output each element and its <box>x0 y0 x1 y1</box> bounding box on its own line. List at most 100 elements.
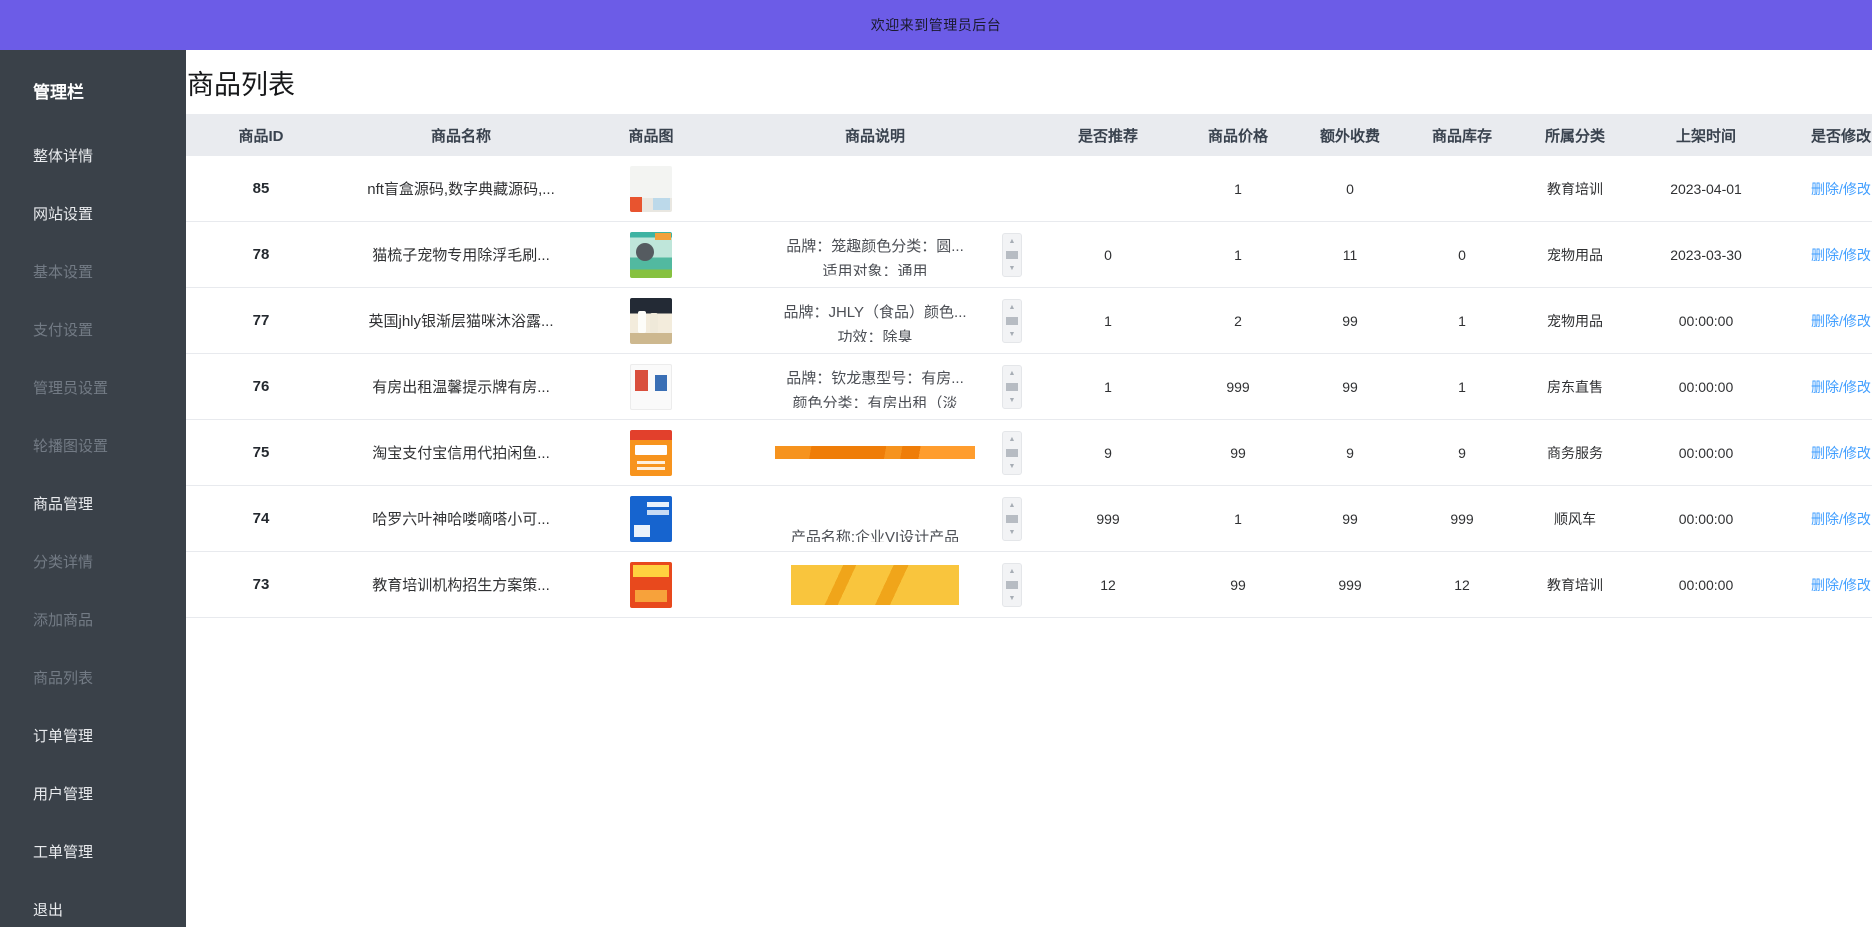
spinner-handle[interactable] <box>1006 449 1018 457</box>
description-spinner[interactable]: ▲ ▼ <box>1002 497 1022 541</box>
sidebar-item[interactable]: 基本设置 <box>33 261 186 282</box>
description-spinner[interactable]: ▲ ▼ <box>1002 563 1022 607</box>
product-description: 产品名称:企业VI设计产品 <box>716 496 1034 542</box>
product-image-cell <box>586 222 716 288</box>
modify-cell: 删除/修改 <box>1780 354 1872 420</box>
product-id-cell: 85 <box>186 156 336 222</box>
sidebar-item[interactable]: 商品管理 <box>33 493 186 514</box>
spinner-up-icon[interactable]: ▲ <box>1009 502 1016 509</box>
spinner-handle[interactable] <box>1006 383 1018 391</box>
modify-cell: 删除/修改 <box>1780 288 1872 354</box>
sidebar-item[interactable]: 管理员设置 <box>33 377 186 398</box>
col-header-listed-time: 上架时间 <box>1632 114 1780 156</box>
description-cell: 品牌：钦龙惠型号：有房... 颜色分类：有房出租（淡 ▲ ▼ <box>716 354 1034 420</box>
product-table: 商品ID 商品名称 商品图 商品说明 是否推荐 商品价格 额外收费 商品库存 所… <box>186 114 1872 618</box>
product-thumbnail <box>630 364 672 410</box>
product-description <box>716 430 1034 476</box>
page-title: 商品列表 <box>187 63 1872 102</box>
description-cell <box>716 156 1034 222</box>
delete-edit-link[interactable]: 删除/修改 <box>1811 511 1871 527</box>
listed-time-cell: 00:00:00 <box>1632 552 1780 618</box>
listed-time-cell: 00:00:00 <box>1632 288 1780 354</box>
product-image-cell <box>586 486 716 552</box>
stock-cell: 999 <box>1406 486 1518 552</box>
product-description <box>716 562 1034 608</box>
spinner-down-icon[interactable]: ▼ <box>1009 463 1016 470</box>
category-cell: 商务服务 <box>1518 420 1632 486</box>
price-cell: 1 <box>1182 486 1294 552</box>
sidebar-item[interactable]: 网站设置 <box>33 203 186 224</box>
sidebar-item[interactable]: 工单管理 <box>33 841 186 862</box>
sidebar-item[interactable]: 整体详情 <box>33 145 186 166</box>
spinner-up-icon[interactable]: ▲ <box>1009 436 1016 443</box>
main-content: 商品列表 商品ID 商品名称 商品图 商品说明 是否推荐 商品价格 额外收 <box>186 50 1872 927</box>
description-image <box>775 446 975 459</box>
product-name-cell: 英国jhly银渐层猫咪沐浴露... <box>336 288 586 354</box>
product-name-cell: 有房出租温馨提示牌有房... <box>336 354 586 420</box>
description-cell: 品牌：笼趣颜色分类：圆... 适用对象：通用 ▲ ▼ <box>716 222 1034 288</box>
banner-welcome-text: 欢迎来到管理员后台 <box>871 15 1002 35</box>
spinner-down-icon[interactable]: ▼ <box>1009 265 1016 272</box>
product-id-cell: 75 <box>186 420 336 486</box>
spinner-up-icon[interactable]: ▲ <box>1009 568 1016 575</box>
description-spinner[interactable]: ▲ ▼ <box>1002 233 1022 277</box>
description-image <box>791 565 959 605</box>
description-cell: ▲ ▼ <box>716 420 1034 486</box>
delete-edit-link[interactable]: 删除/修改 <box>1811 313 1871 329</box>
description-spinner[interactable]: ▲ ▼ <box>1002 431 1022 475</box>
col-header-stock: 商品库存 <box>1406 114 1518 156</box>
delete-edit-link[interactable]: 删除/修改 <box>1811 181 1871 197</box>
spinner-handle[interactable] <box>1006 251 1018 259</box>
table-row: 73 教育培训机构招生方案策... ▲ ▼ 12 99 999 12 教育培训 … <box>186 552 1872 618</box>
product-thumbnail <box>630 166 672 212</box>
description-cell: 产品名称:企业VI设计产品 ▲ ▼ <box>716 486 1034 552</box>
modify-cell: 删除/修改 <box>1780 222 1872 288</box>
sidebar-item[interactable]: 商品列表 <box>33 667 186 688</box>
description-cell: 品牌：JHLY（食品）颜色... 功效：除臭 ▲ ▼ <box>716 288 1034 354</box>
spinner-up-icon[interactable]: ▲ <box>1009 238 1016 245</box>
delete-edit-link[interactable]: 删除/修改 <box>1811 379 1871 395</box>
category-cell: 顺风车 <box>1518 486 1632 552</box>
col-header-price: 商品价格 <box>1182 114 1294 156</box>
sidebar-item[interactable]: 添加商品 <box>33 609 186 630</box>
spinner-down-icon[interactable]: ▼ <box>1009 595 1016 602</box>
delete-edit-link[interactable]: 删除/修改 <box>1811 577 1871 593</box>
category-cell: 教育培训 <box>1518 552 1632 618</box>
spinner-handle[interactable] <box>1006 515 1018 523</box>
sidebar-item[interactable]: 订单管理 <box>33 725 186 746</box>
delete-edit-link[interactable]: 删除/修改 <box>1811 247 1871 263</box>
product-name-cell: 哈罗六叶神哈喽嘀嗒小可... <box>336 486 586 552</box>
product-image-cell <box>586 552 716 618</box>
spinner-up-icon[interactable]: ▲ <box>1009 370 1016 377</box>
product-name-cell: 淘宝支付宝信用代拍闲鱼... <box>336 420 586 486</box>
spinner-down-icon[interactable]: ▼ <box>1009 397 1016 404</box>
sidebar-item[interactable]: 退出 <box>33 899 186 920</box>
description-spinner[interactable]: ▲ ▼ <box>1002 299 1022 343</box>
spinner-handle[interactable] <box>1006 317 1018 325</box>
sidebar-item[interactable]: 支付设置 <box>33 319 186 340</box>
product-description: 品牌：JHLY（食品）颜色... 功效：除臭 <box>716 299 1034 342</box>
product-image-cell <box>586 354 716 420</box>
product-name-cell: nft盲盒源码,数字典藏源码,... <box>336 156 586 222</box>
stock-cell: 1 <box>1406 354 1518 420</box>
stock-cell: 12 <box>1406 552 1518 618</box>
description-spinner[interactable]: ▲ ▼ <box>1002 365 1022 409</box>
spinner-down-icon[interactable]: ▼ <box>1009 529 1016 536</box>
sidebar-item[interactable]: 用户管理 <box>33 783 186 804</box>
price-cell: 2 <box>1182 288 1294 354</box>
recommended-cell: 1 <box>1034 288 1182 354</box>
extra-fee-cell: 99 <box>1294 354 1406 420</box>
description-line-1: 品牌：钦龙惠型号：有房... <box>716 366 1034 391</box>
delete-edit-link[interactable]: 删除/修改 <box>1811 445 1871 461</box>
spinner-down-icon[interactable]: ▼ <box>1009 331 1016 338</box>
spinner-handle[interactable] <box>1006 581 1018 589</box>
product-id-cell: 74 <box>186 486 336 552</box>
sidebar-item[interactable]: 分类详情 <box>33 551 186 572</box>
col-header-modify: 是否修改 <box>1780 114 1872 156</box>
spinner-up-icon[interactable]: ▲ <box>1009 304 1016 311</box>
product-table-body: 85 nft盲盒源码,数字典藏源码,... 1 0 教育培训 2023-04-0… <box>186 156 1872 618</box>
product-thumbnail <box>630 562 672 608</box>
price-cell: 999 <box>1182 354 1294 420</box>
sidebar-item[interactable]: 轮播图设置 <box>33 435 186 456</box>
modify-cell: 删除/修改 <box>1780 486 1872 552</box>
